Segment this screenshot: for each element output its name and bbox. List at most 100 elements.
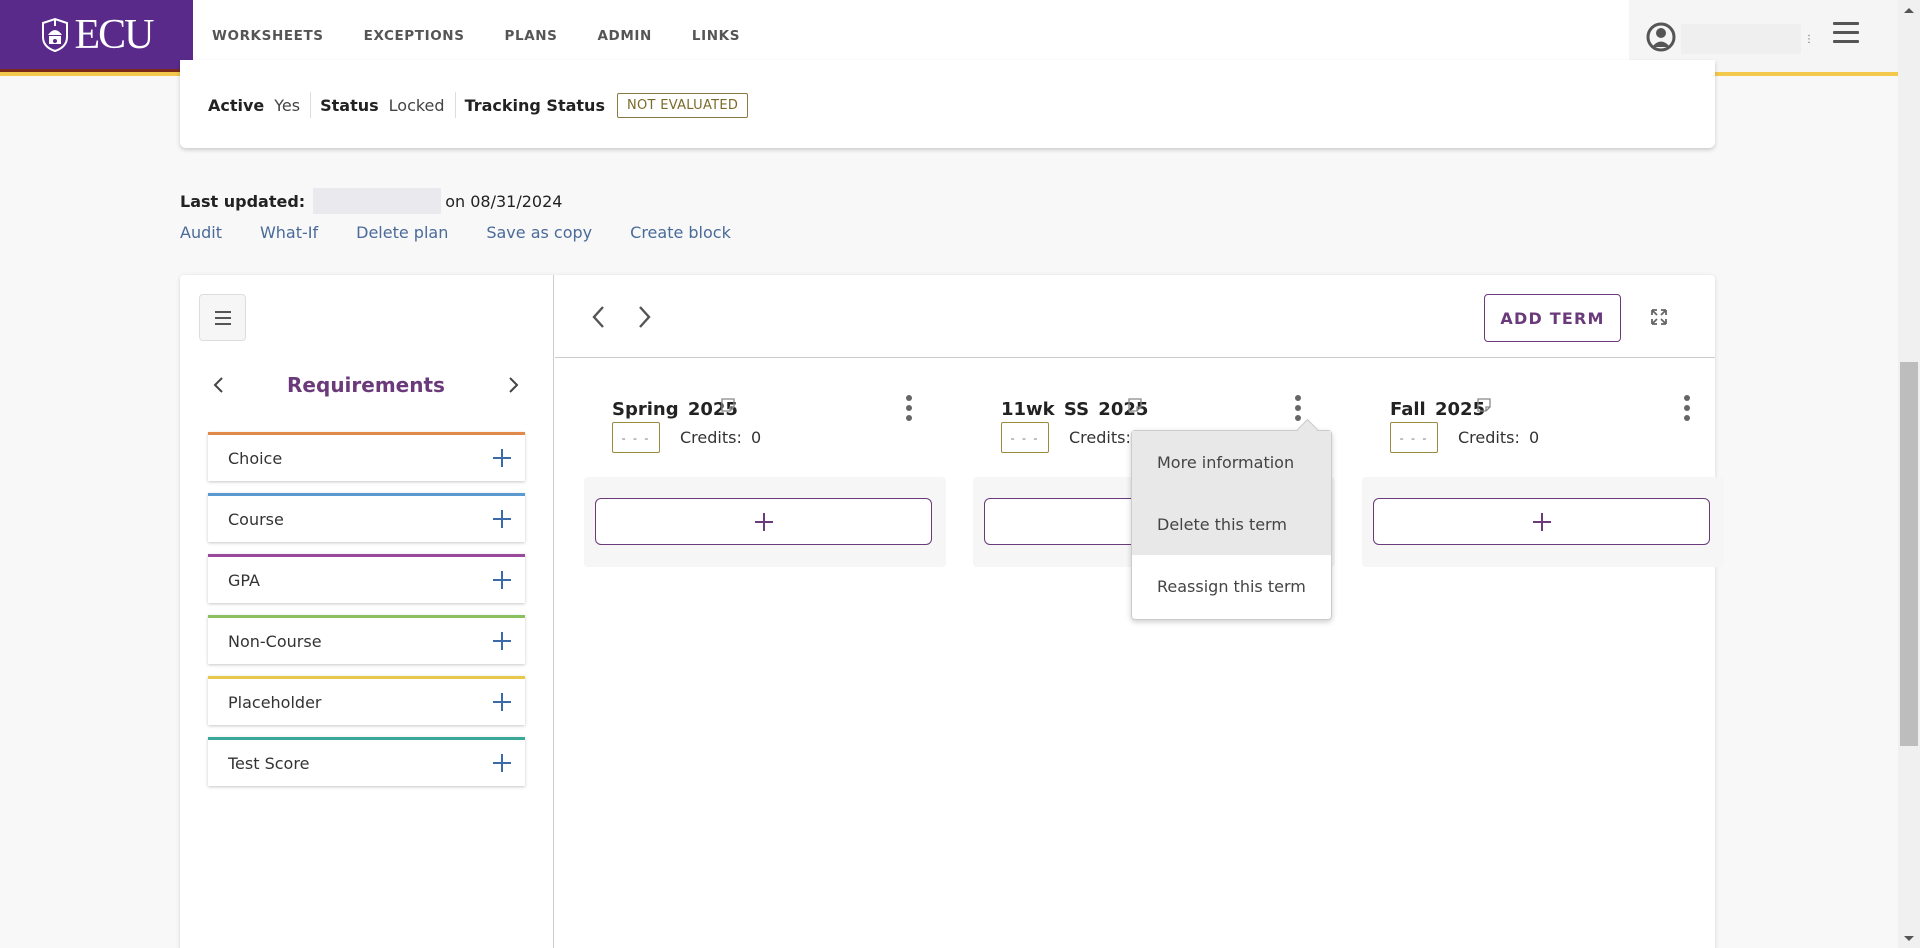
requirement-label: Course <box>228 509 284 529</box>
nav-links[interactable]: LINKS <box>692 28 740 44</box>
requirement-course[interactable]: Course <box>208 493 525 542</box>
requirements-sidebar: Requirements Choice Course GPA Non-Cours… <box>180 275 554 948</box>
create-block-link[interactable]: Create block <box>630 223 731 242</box>
user-avatar-icon <box>1646 22 1676 52</box>
add-term-button[interactable]: ADD TERM <box>1484 294 1621 342</box>
term-column: Spring 2025 - - - Credits: 0 <box>584 387 946 567</box>
tracking-status-badge: NOT EVALUATED <box>616 92 749 118</box>
divider <box>310 92 312 118</box>
requirements-list: Choice Course GPA Non-Course Placeholder… <box>208 432 525 798</box>
nav-admin[interactable]: ADMIN <box>598 28 652 44</box>
add-course-button[interactable] <box>1373 498 1710 545</box>
expand-icon[interactable] <box>1650 308 1668 326</box>
plus-icon <box>1532 512 1551 531</box>
term-courses <box>1362 477 1724 567</box>
chevron-right-icon[interactable] <box>502 373 526 397</box>
term-options-menu: More information Delete this term Reassi… <box>1131 430 1332 620</box>
user-caret-icon: ⋮ <box>1804 34 1814 45</box>
requirement-gpa[interactable]: GPA <box>208 554 525 603</box>
term-courses <box>584 477 946 567</box>
status-label: Status <box>320 95 379 115</box>
term-status-badge: - - - <box>612 422 660 453</box>
nav-label: LINKS <box>691 28 741 44</box>
term-credits: Credits: 0 <box>1458 428 1539 447</box>
nav-worksheets[interactable]: WORKSHEETS <box>212 28 324 44</box>
credits-value: 0 <box>1528 428 1540 447</box>
nav-label: ADMIN <box>597 28 652 44</box>
active-value: Yes <box>274 95 301 115</box>
last-updated-label: Last updated: <box>180 191 306 211</box>
credits-label: Credits: <box>1069 428 1131 447</box>
requirements-header: Requirements <box>206 365 526 405</box>
user-name-redacted <box>1681 24 1801 54</box>
requirement-label: Placeholder <box>228 692 322 712</box>
shield-icon <box>41 17 68 52</box>
what-if-link[interactable]: What-If <box>260 223 318 242</box>
sidebar-menu-button[interactable] <box>199 294 246 341</box>
requirement-non-course[interactable]: Non-Course <box>208 615 525 664</box>
scroll-down-arrow-icon[interactable] <box>1904 936 1914 941</box>
save-as-copy-link[interactable]: Save as copy <box>486 223 592 242</box>
add-course-button[interactable] <box>595 498 932 545</box>
plus-icon[interactable] <box>493 449 511 467</box>
term-options-icon[interactable] <box>1682 395 1692 421</box>
credits-label: Credits: <box>1458 428 1520 447</box>
delete-plan-link[interactable]: Delete plan <box>356 223 448 242</box>
plan-actions: Audit What-If Delete plan Save as copy C… <box>180 223 769 242</box>
planner-toolbar: ADD TERM <box>555 275 1715 358</box>
requirement-test-score[interactable]: Test Score <box>208 737 525 786</box>
requirement-label: Test Score <box>228 753 310 773</box>
plus-icon[interactable] <box>493 754 511 772</box>
nav-exceptions[interactable]: EXCEPTIONS <box>364 28 465 44</box>
term-column: Fall 2025 - - - Credits: 0 <box>1362 387 1724 567</box>
divider <box>454 92 456 118</box>
term-options-icon[interactable] <box>1293 395 1303 421</box>
audit-link[interactable]: Audit <box>180 223 222 242</box>
term-status-badge: - - - <box>1001 422 1049 453</box>
requirements-title: Requirements <box>287 373 445 397</box>
active-label: Active <box>208 95 265 115</box>
status-value: Locked <box>388 95 445 115</box>
term-options-icon[interactable] <box>904 395 914 421</box>
last-updated: Last updated: on 08/31/2024 <box>180 188 562 214</box>
plus-icon[interactable] <box>493 693 511 711</box>
plus-icon[interactable] <box>493 632 511 650</box>
note-icon[interactable] <box>720 397 736 413</box>
updated-by-redacted <box>313 188 442 214</box>
credits-value: 0 <box>750 428 762 447</box>
nav-label: EXCEPTIONS <box>363 28 465 44</box>
nav-plans[interactable]: PLANS <box>504 28 558 73</box>
last-updated-date: on 08/31/2024 <box>445 191 563 211</box>
planner-panel: Requirements Choice Course GPA Non-Cours… <box>180 275 1724 948</box>
requirement-label: GPA <box>228 570 260 590</box>
requirement-placeholder[interactable]: Placeholder <box>208 676 525 725</box>
prev-terms-icon[interactable] <box>583 302 613 332</box>
chevron-left-icon[interactable] <box>206 373 230 397</box>
menu-item-reassign-term[interactable]: Reassign this term <box>1132 555 1331 617</box>
logo-wordmark: ECU <box>74 11 155 58</box>
plus-icon <box>754 512 773 531</box>
page-scrollbar[interactable] <box>1898 0 1920 948</box>
ecu-logo[interactable]: ECU <box>0 0 193 72</box>
requirement-label: Non-Course <box>228 631 322 651</box>
note-icon[interactable] <box>1476 397 1492 413</box>
note-icon[interactable] <box>1127 397 1143 413</box>
scroll-up-arrow-icon[interactable] <box>1904 8 1914 13</box>
term-status-badge: - - - <box>1390 422 1438 453</box>
nav-label: PLANS <box>504 28 558 44</box>
tracking-status-label: Tracking Status <box>464 95 605 115</box>
requirement-choice[interactable]: Choice <box>208 432 525 481</box>
nav-label: WORKSHEETS <box>212 28 324 44</box>
plus-icon[interactable] <box>493 510 511 528</box>
menu-item-more-information[interactable]: More information <box>1132 431 1331 493</box>
plan-status-card: Active Yes Status Locked Tracking Status… <box>180 60 1715 148</box>
plus-icon[interactable] <box>493 571 511 589</box>
term-credits: Credits: 0 <box>680 428 761 447</box>
credits-label: Credits: <box>680 428 742 447</box>
requirement-label: Choice <box>228 448 283 468</box>
scroll-thumb[interactable] <box>1900 362 1918 746</box>
menu-item-delete-term[interactable]: Delete this term <box>1132 493 1331 555</box>
hamburger-menu-icon[interactable] <box>1833 22 1859 44</box>
term-name: Fall 2025 <box>1390 399 1486 420</box>
next-terms-icon[interactable] <box>630 302 660 332</box>
